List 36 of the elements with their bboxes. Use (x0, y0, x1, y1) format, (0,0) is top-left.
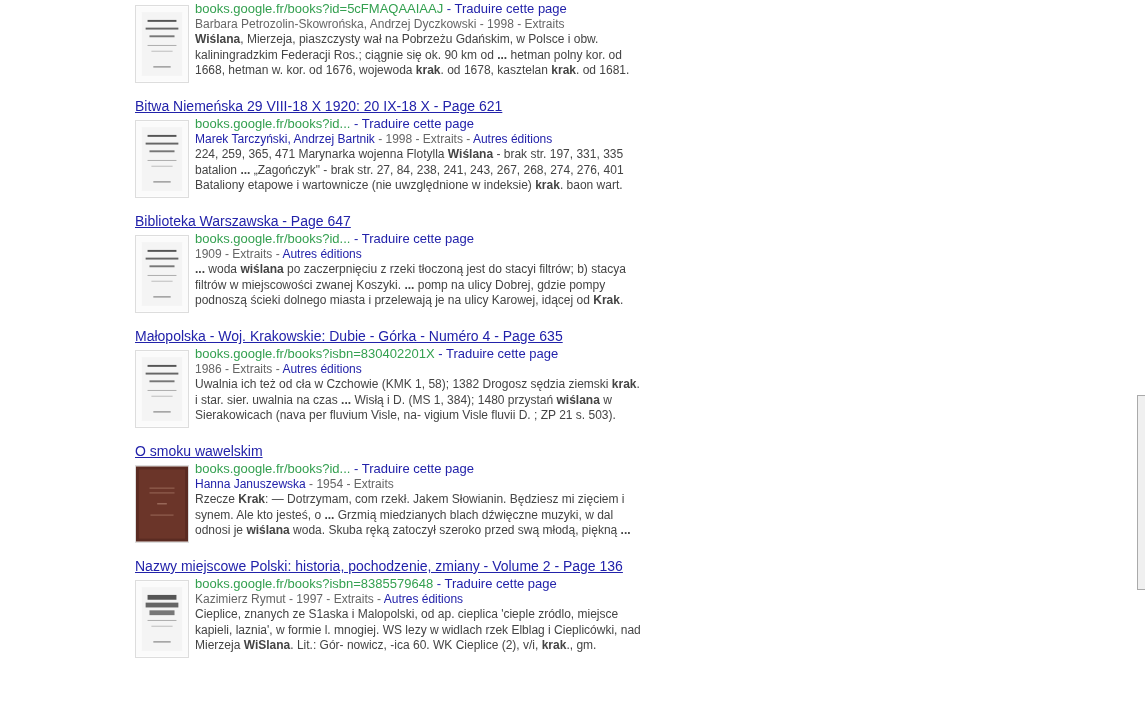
meta-text: 1909 - Extraits - (195, 247, 281, 261)
result-title-link[interactable]: O smoku wawelskim (135, 442, 263, 460)
translate-link[interactable]: - Traduire cette page (436, 576, 557, 591)
result-snippet: Rzecze Krak: — Dotrzymam, com rzekł. Jakem Słowianin. Będziesz mi zięciem i synem. Ale kto jesteś, o ... Grzmią miedzianych blach dźwięczne muzyki, w dal odnosi je wiślana woda. Skuba ręką zatoczył szeroko przed swą młodą, piękną ... (195, 492, 632, 539)
result-snippet: Cieplice, znanych ze S1aska i Malopolski, od ap. cieplica 'cieple zródlo, miejsce kapieli, laznia', w formie l. mnogiej. WS lezy w widlach rzek Elblag i Cieplicówki, nad Mierzeja WiSlana. Lit.: Gór- nowicz, -ica 60. WK Cieplice (2), v/i, krak., gm. (195, 607, 642, 654)
result-snippet: ... woda wiślana po zaczerpnięciu z rzeki tłoczoną jest do stacyi filtrów; b) stacya filtrów w miejscowości zwanej Koszyki. ... pomp na ulicy Dobrej, gdzie pompy podnoszą ścieki dolnego miasta i przelewają je na ulicy Karowej, idącej od Krak. (195, 262, 627, 309)
meta-text: Kazimierz Rymut - 1997 - Extraits - (195, 592, 383, 606)
translate-link[interactable]: - Traduire cette page (354, 461, 474, 476)
result-title-link[interactable]: Biblioteka Warszawska - Page 647 (135, 212, 351, 230)
scrollbar[interactable] (1137, 395, 1145, 590)
result-url: books.google.fr/books?id... (195, 116, 351, 131)
result-url: books.google.fr/books?id=5cFMAQAAIAAJ (195, 1, 444, 16)
meta-text: - 1998 - Extraits - (377, 132, 472, 146)
meta-link[interactable]: Autres éditions (282, 362, 362, 376)
meta-text: - 1954 - Extraits (308, 477, 394, 491)
translate-link[interactable]: - Traduire cette page (446, 1, 567, 16)
result-title-link[interactable]: Nazwy miejscowe Polski: historia, pochodzenie, zmiany - Volume 2 - Page 136 (135, 557, 623, 575)
meta-text: 1986 - Extraits - (195, 362, 281, 376)
meta-link[interactable]: Autres éditions (282, 247, 362, 261)
result-snippet: Uwalnia ich też od cła w Czchowie (KMK 1, 58); 1382 Drogosz sędzia ziemski krak. i star. sier. uwalnia na czas ... Wisłą i D. (MS 1, 384); 1480 przystań wiślana w Sierakowicach (nava per fluvium Visle, na- vigium Visle fluvii D. ; ZP 21 s. 503). (195, 377, 641, 424)
meta-link[interactable]: Autres éditions (383, 592, 464, 606)
result-snippet: 224, 259, 365, 471 Marynarka wojenna Flotylla Wiślana - brak str. 197, 331, 335 batalion ... „Zagończyk" - brak str. 27, 84, 238, 241, 243, 267, 268, 274, 276, 401 Bataliony etapowe i wartownicze (nie uwzględnione w indeksie) krak. baon wart. (195, 147, 625, 194)
meta-text: Barbara Petrozolin-Skowrońska, Andrzej Dyczkowski - 1998 - Extraits (195, 17, 565, 31)
result-url: books.google.fr/books?id... (195, 231, 351, 246)
result-url: books.google.fr/books?id... (195, 461, 351, 476)
meta-link[interactable]: Autres éditions (472, 132, 553, 146)
translate-link[interactable]: - Traduire cette page (354, 231, 474, 246)
result-url: books.google.fr/books?isbn=8385579648 (195, 576, 434, 591)
translate-link[interactable]: - Traduire cette page (354, 116, 474, 131)
meta-link[interactable]: Hanna Januszewska (195, 477, 306, 491)
translate-link[interactable]: - Traduire cette page (438, 346, 559, 361)
result-snippet: Wiślana, Mierzeja, piaszczysty wał na Pobrzeżu Gdańskim, w Polsce i obw. kaliningradzkim Federacji Ros.; ciągnie się ok. 90 km od ... hetman polny kor. od 1668, hetman w. kor. od 1676, wojewoda krak. od 1678, kasztelan krak. od 1681. (195, 32, 631, 79)
meta-link[interactable]: Marek Tarczyński, Andrzej Bartnik (195, 132, 375, 146)
result-url: books.google.fr/books?isbn=830402201X (195, 346, 435, 361)
result-title-link[interactable]: Bitwa Niemeńska 29 VIII-18 X 1920: 20 IX-18 X - Page 621 (135, 97, 503, 115)
result-title-link[interactable]: Małopolska - Woj. Krakowskie: Dubie - Górka - Numéro 4 - Page 635 (135, 327, 563, 345)
